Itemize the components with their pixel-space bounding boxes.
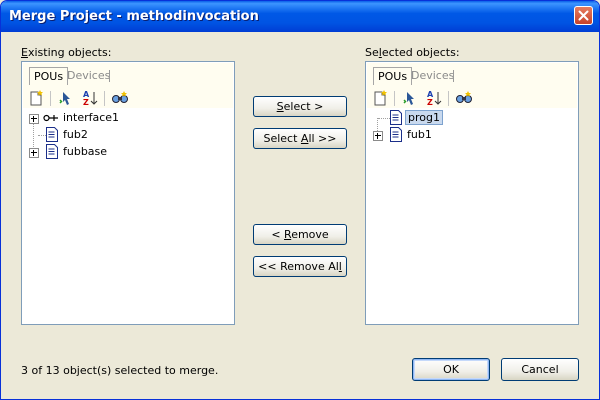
selected-objects-label: Selected objects: [365, 46, 460, 59]
sort-az-icon[interactable]: AZ [425, 89, 443, 107]
tree-item-label: interface1 [63, 111, 120, 124]
select-all-button[interactable]: Select All >> [253, 128, 347, 149]
new-object-icon[interactable] [371, 89, 389, 107]
pou-document-icon [390, 127, 402, 145]
remove-all-button[interactable]: << Remove All [253, 256, 347, 277]
expand-icon[interactable] [373, 131, 383, 141]
close-icon [578, 10, 589, 21]
pou-document-icon [46, 127, 58, 145]
pou-document-icon [46, 144, 58, 162]
tree-item-fub2[interactable]: fub2 [23, 127, 223, 143]
pou-document-icon [390, 110, 402, 128]
selected-objects-header: POUs Devices AZ [367, 63, 577, 108]
find-icon[interactable] [455, 89, 473, 107]
ok-button[interactable]: OK [412, 358, 490, 381]
interface-icon [43, 111, 59, 128]
tree-item-interface1[interactable]: interface1 [23, 110, 223, 126]
svg-text:Z: Z [427, 98, 433, 107]
new-object-icon[interactable] [27, 89, 45, 107]
select-button[interactable]: Select > [253, 96, 347, 117]
tab-separator [109, 70, 110, 82]
tree-item-fub1[interactable]: fub1 [367, 127, 567, 143]
tree-item-prog1[interactable]: prog1 [367, 110, 567, 126]
merge-project-dialog: Merge Project - methodinvocation Existin… [0, 0, 600, 400]
find-icon[interactable] [111, 89, 129, 107]
tree-item-label: fub1 [407, 128, 432, 141]
tree-item-label: fub2 [63, 128, 88, 141]
toolbar-separator [448, 91, 449, 106]
close-button[interactable] [574, 6, 593, 25]
toolbar-separator [104, 91, 105, 106]
tree-item-fubbase[interactable]: fubbase [23, 144, 223, 160]
existing-objects-tree[interactable]: interface1 fub2 fubbase [23, 109, 233, 323]
existing-objects-panel: POUs Devices AZ interface1 fub2 fubbase [21, 61, 235, 325]
properties-icon[interactable] [401, 89, 419, 107]
expand-icon[interactable] [29, 114, 39, 124]
selected-objects-panel: POUs Devices AZ prog1 fub1 [365, 61, 579, 325]
tab-devices-left[interactable]: Devices [63, 67, 114, 84]
cancel-button[interactable]: Cancel [501, 358, 579, 381]
svg-text:Z: Z [83, 98, 89, 107]
title-bar[interactable]: Merge Project - methodinvocation [1, 1, 599, 32]
existing-objects-label: Existing objects: [21, 46, 112, 59]
toolbar-separator [50, 91, 51, 106]
tree-item-label: fubbase [63, 145, 108, 158]
status-text: 3 of 13 object(s) selected to merge. [21, 364, 219, 377]
tab-separator [453, 70, 454, 82]
window-title: Merge Project - methodinvocation [9, 9, 259, 24]
remove-button[interactable]: < Remove [253, 224, 347, 245]
tree-item-label: prog1 [405, 110, 443, 125]
sort-az-icon[interactable]: AZ [81, 89, 99, 107]
existing-objects-header: POUs Devices AZ [23, 63, 233, 108]
properties-icon[interactable] [57, 89, 75, 107]
selected-objects-tree[interactable]: prog1 fub1 [367, 109, 577, 323]
toolbar-separator [394, 91, 395, 106]
expand-icon[interactable] [29, 148, 39, 158]
tab-devices-right[interactable]: Devices [407, 67, 458, 84]
